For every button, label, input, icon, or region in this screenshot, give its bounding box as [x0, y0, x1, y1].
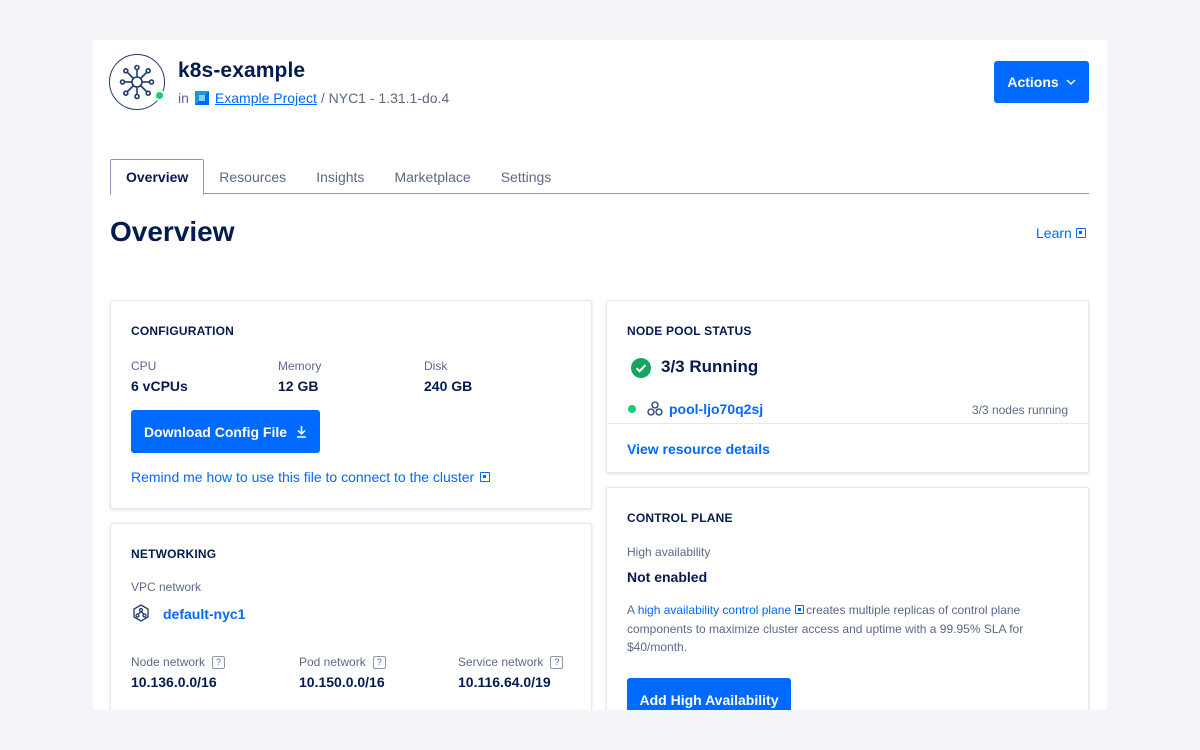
memory-value: 12 GB: [278, 378, 319, 394]
cpu-label: CPU: [131, 359, 157, 373]
vpc-network-icon: [133, 604, 149, 622]
tab-resources[interactable]: Resources: [204, 159, 301, 194]
running-status: 3/3 Running: [661, 357, 759, 376]
add-ha-label: Add High Availability: [639, 691, 779, 708]
remind-link[interactable]: Remind me how to use this file to connec…: [131, 469, 491, 485]
tab-settings[interactable]: Settings: [486, 159, 567, 194]
control-plane-card: CONTROL PLANE High availability Not enab…: [606, 487, 1089, 710]
memory-label: Memory: [278, 359, 322, 373]
networking-title: NETWORKING: [131, 547, 217, 561]
external-link-icon: [480, 472, 491, 482]
cluster-name: k8s-example: [178, 59, 306, 82]
project-link[interactable]: Example Project: [215, 90, 317, 106]
actions-label: Actions: [1007, 74, 1059, 90]
node-network-label: Node network?: [131, 655, 226, 670]
ha-control-plane-link[interactable]: high availability control plane: [638, 603, 791, 617]
configuration-title: CONFIGURATION: [131, 324, 235, 338]
cpu-value: 6 vCPUs: [131, 378, 188, 394]
help-icon[interactable]: ?: [372, 656, 386, 670]
cluster-page: k8s-example in Example Project / NYC1 - …: [93, 40, 1107, 710]
breadcrumb-in: in: [178, 90, 189, 106]
download-icon: [297, 426, 307, 438]
vpc-network-link[interactable]: default-nyc1: [163, 606, 245, 622]
learn-link[interactable]: Learn: [1036, 225, 1086, 241]
view-resource-details-link[interactable]: View resource details: [627, 441, 770, 457]
ha-description: A high availability control plane creates…: [627, 601, 1067, 657]
remind-label: Remind me how to use this file to connec…: [131, 469, 475, 485]
pod-network-label: Pod network?: [299, 655, 386, 670]
pod-network-value: 10.150.0.0/16: [299, 674, 385, 690]
service-network-value: 10.116.64.0/19: [458, 674, 551, 690]
actions-button[interactable]: Actions: [994, 61, 1089, 103]
control-plane-title: CONTROL PLANE: [627, 511, 733, 525]
tab-marketplace[interactable]: Marketplace: [379, 159, 485, 194]
external-link-icon: [1075, 228, 1086, 238]
tab-overview[interactable]: Overview: [110, 159, 205, 195]
node-network-label-text: Node network: [131, 655, 206, 669]
vpc-label: VPC network: [131, 580, 202, 594]
desc-prefix: A: [627, 603, 635, 617]
help-icon[interactable]: ?: [550, 656, 564, 670]
learn-label: Learn: [1036, 225, 1072, 241]
configuration-card: CONFIGURATION CPU 6 vCPUs Memory 12 GB D…: [110, 300, 592, 509]
divider: [607, 423, 1088, 424]
pod-network-label-text: Pod network: [299, 655, 366, 669]
disk-label: Disk: [424, 359, 448, 373]
add-high-availability-button[interactable]: Add High Availability: [627, 678, 791, 710]
ha-label: High availability: [627, 545, 711, 559]
region-version: / NYC1 - 1.31.1-do.4: [320, 90, 450, 106]
tab-bar: Overview Resources Insights Marketplace …: [110, 159, 1089, 195]
chevron-down-icon: [1066, 79, 1076, 85]
node-pool-icon: [647, 401, 663, 416]
node-network-value: 10.136.0.0/16: [131, 674, 217, 690]
help-icon[interactable]: ?: [212, 656, 226, 670]
download-config-button[interactable]: Download Config File: [131, 410, 320, 453]
breadcrumb: in Example Project / NYC1 - 1.31.1-do.4: [178, 90, 449, 106]
external-link-icon: [795, 605, 805, 614]
download-config-label: Download Config File: [143, 423, 288, 440]
disk-value: 240 GB: [424, 378, 473, 394]
pool-nodes-status: 3/3 nodes running: [971, 403, 1068, 417]
pool-name-link[interactable]: pool-ljo70q2sj: [669, 401, 763, 417]
project-icon: [194, 91, 209, 105]
ha-value: Not enabled: [627, 569, 708, 585]
tab-insights[interactable]: Insights: [301, 159, 379, 194]
cluster-status-dot: [154, 90, 165, 101]
node-pool-title: NODE POOL STATUS: [627, 324, 752, 338]
service-network-label-text: Service network: [458, 655, 544, 669]
pool-status-dot: [628, 405, 636, 413]
node-pool-status-card: NODE POOL STATUS 3/3 Running pool-ljo70q…: [606, 300, 1089, 473]
kubernetes-cluster-icon: [109, 54, 165, 110]
check-circle-icon: [631, 358, 651, 378]
networking-card: NETWORKING VPC network default-nyc1 Node…: [110, 523, 592, 710]
service-network-label: Service network?: [458, 655, 564, 670]
page-title: Overview: [110, 216, 235, 247]
